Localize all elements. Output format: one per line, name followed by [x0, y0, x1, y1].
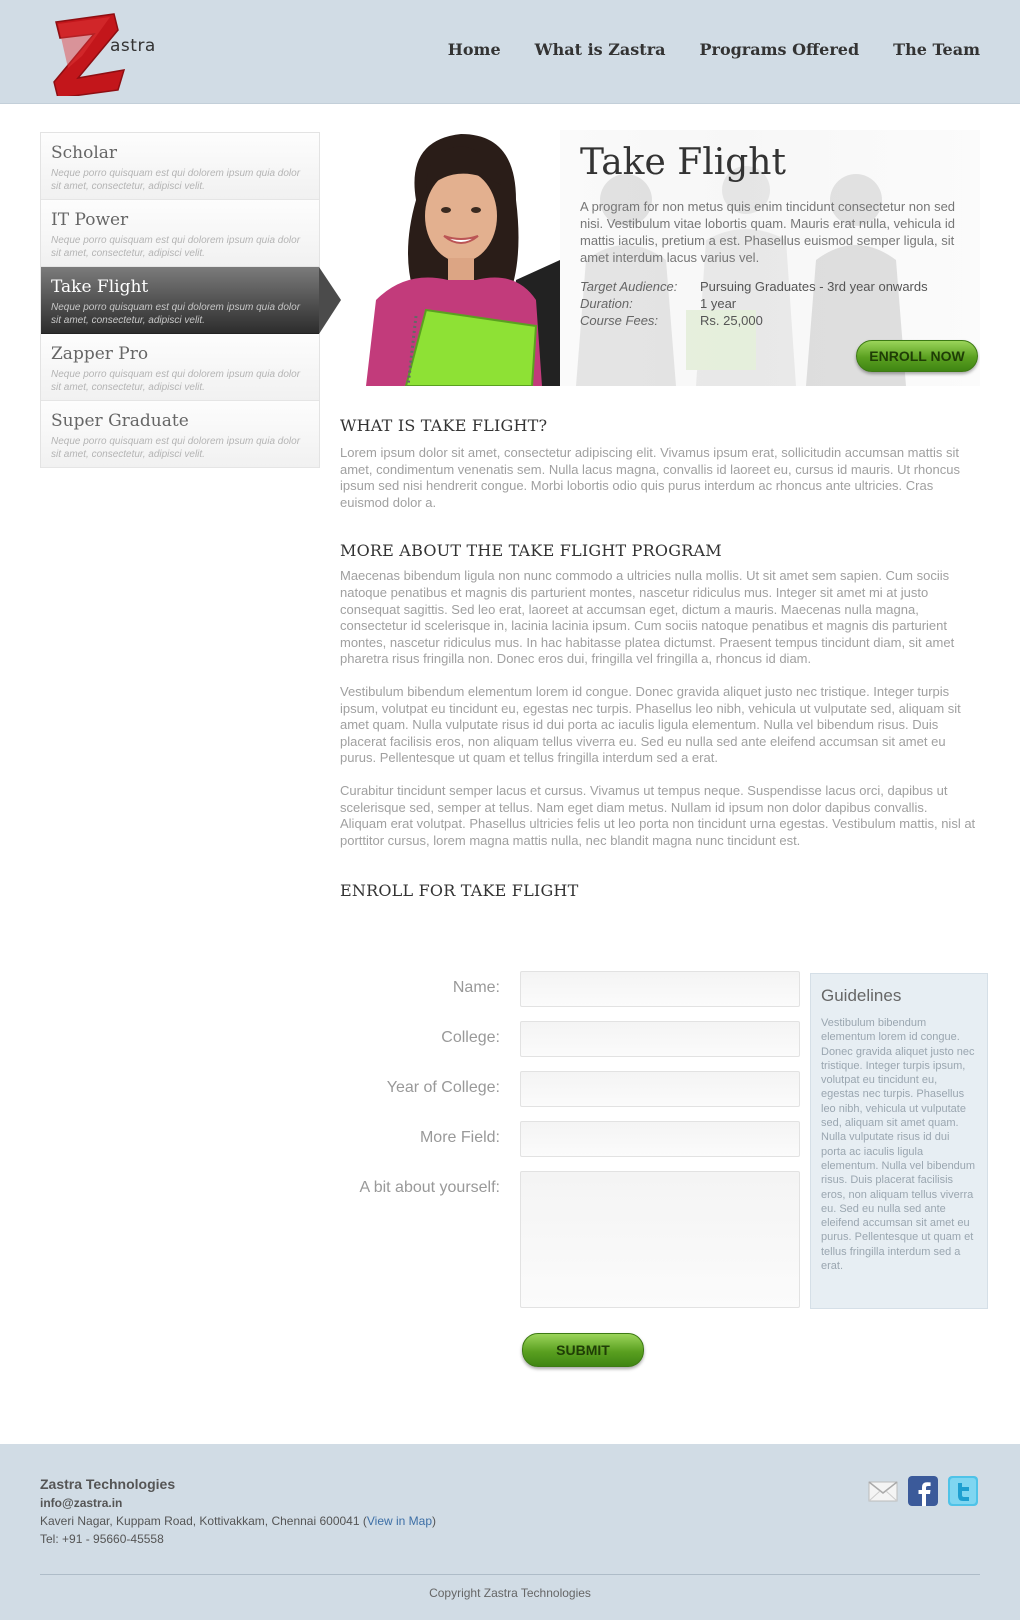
year-of-college-label: Year of College:: [386, 1079, 500, 1096]
sidebar-item-title: Zapper Pro: [51, 344, 149, 364]
main-content: WHAT IS TAKE FLIGHT? Lorem ipsum dolor s…: [340, 416, 976, 900]
footer-company: Zastra Technologies: [40, 1476, 176, 1492]
meta-key: Duration:: [580, 296, 633, 311]
view-in-map-link[interactable]: View in Map: [367, 1514, 432, 1528]
program-meta: Target Audience: Pursuing Graduates - 3r…: [580, 278, 928, 329]
sidebar-item-zapper-pro[interactable]: Zapper Pro Neque porro quisquam est qui …: [41, 334, 319, 401]
logo-text: astra: [110, 36, 156, 56]
sidebar-item-desc: Neque porro quisquam est qui dolorem ips…: [51, 168, 301, 192]
sidebar-item-desc: Neque porro quisquam est qui dolorem ips…: [51, 302, 301, 326]
meta-value: Rs. 25,000: [700, 313, 763, 328]
guidelines-title: Guidelines: [821, 986, 902, 1005]
guidelines-text: Vestibulum bibendum elementum lorem id c…: [821, 1017, 976, 1273]
header: astra Home What is Zastra Programs Offer…: [0, 0, 1020, 104]
footer-copyright: Copyright Zastra Technologies: [429, 1586, 591, 1600]
twitter-icon[interactable]: [948, 1476, 978, 1506]
meta-row: Duration: 1 year: [580, 295, 928, 312]
footer-email[interactable]: info@zastra.in: [40, 1496, 122, 1510]
footer-address-end: ): [432, 1514, 437, 1528]
sidebar-item-title: IT Power: [51, 210, 129, 230]
sidebar-item-desc: Neque porro quisquam est qui dolorem ips…: [51, 369, 301, 393]
sidebar-item-title: Scholar: [51, 143, 118, 163]
nav-programs-offered[interactable]: Programs Offered: [699, 40, 859, 59]
program-title: Take Flight: [580, 142, 786, 183]
section-paragraph: Maecenas bibendum ligula non nunc commod…: [340, 568, 955, 667]
program-hero: Take Flight A program for non metus quis…: [366, 130, 980, 386]
section-title-enroll: ENROLL FOR TAKE FLIGHT: [340, 881, 579, 901]
footer-address: Kaveri Nagar, Kuppam Road, Kottivakkam, …: [40, 1514, 436, 1528]
footer: Zastra Technologies info@zastra.in Kaver…: [0, 1444, 1020, 1620]
nav-home[interactable]: Home: [448, 40, 501, 59]
sidebar-item-scholar[interactable]: Scholar Neque porro quisquam est qui dol…: [41, 133, 319, 200]
section-text-what: Lorem ipsum dolor sit amet, consectetur …: [340, 445, 960, 510]
about-label: A bit about yourself:: [359, 1179, 500, 1196]
active-arrow: [319, 267, 341, 334]
mail-icon[interactable]: [868, 1476, 898, 1506]
sidebar-item-title: Take Flight: [51, 277, 149, 297]
meta-key: Course Fees:: [580, 313, 659, 328]
section-title-more: MORE ABOUT THE TAKE FLIGHT PROGRAM: [340, 541, 722, 561]
nav-the-team[interactable]: The Team: [893, 40, 980, 59]
program-sidebar: Scholar Neque porro quisquam est qui dol…: [40, 132, 341, 468]
nav-what-is-zastra[interactable]: What is Zastra: [535, 40, 666, 59]
name-label: Name:: [452, 979, 500, 996]
footer-divider: [40, 1574, 980, 1575]
sidebar-item-title: Super Graduate: [51, 411, 189, 431]
program-description: A program for non metus quis enim tincid…: [580, 199, 956, 265]
main-nav: Home What is Zastra Programs Offered The…: [448, 40, 980, 59]
section-paragraph: Vestibulum bibendum elementum lorem id c…: [340, 683, 961, 766]
section-paragraph: Curabitur tincidunt semper lacus et curs…: [340, 782, 976, 848]
section-title-what: WHAT IS TAKE FLIGHT?: [340, 416, 548, 435]
enroll-now-button[interactable]: ENROLL NOW: [856, 340, 978, 372]
submit-button[interactable]: SUBMIT: [522, 1333, 644, 1367]
sidebar-item-desc: Neque porro quisquam est qui dolorem ips…: [51, 235, 301, 259]
meta-value: Pursuing Graduates - 3rd year onwards: [700, 279, 928, 294]
footer-address-text: Kaveri Nagar, Kuppam Road, Kottivakkam, …: [40, 1514, 367, 1528]
sidebar-item-super-graduate[interactable]: Super Graduate Neque porro quisquam est …: [41, 401, 319, 468]
about-textarea[interactable]: [520, 1171, 800, 1308]
sidebar-item-it-power[interactable]: IT Power Neque porro quisquam est qui do…: [41, 200, 319, 267]
facebook-icon[interactable]: [908, 1476, 938, 1506]
more-field[interactable]: [520, 1121, 800, 1157]
zastra-logo[interactable]: astra: [48, 12, 168, 96]
more-field-label: More Field:: [419, 1129, 500, 1146]
sidebar-item-desc: Neque porro quisquam est qui dolorem ips…: [51, 436, 301, 460]
college-field[interactable]: [520, 1021, 800, 1057]
year-of-college-field[interactable]: [520, 1071, 800, 1107]
guidelines-box: Guidelines Vestibulum bibendum elementum…: [810, 973, 988, 1309]
meta-value: 1 year: [700, 296, 737, 311]
footer-tel: Tel: +91 - 95660-45558: [40, 1532, 164, 1546]
college-label: College:: [441, 1029, 500, 1046]
name-field[interactable]: [520, 971, 800, 1007]
meta-row: Course Fees: Rs. 25,000: [580, 312, 928, 329]
student-photo: [366, 130, 560, 386]
sidebar-item-take-flight[interactable]: Take Flight Neque porro quisquam est qui…: [41, 267, 341, 334]
meta-key: Target Audience:: [580, 279, 678, 294]
meta-row: Target Audience: Pursuing Graduates - 3r…: [580, 278, 928, 295]
